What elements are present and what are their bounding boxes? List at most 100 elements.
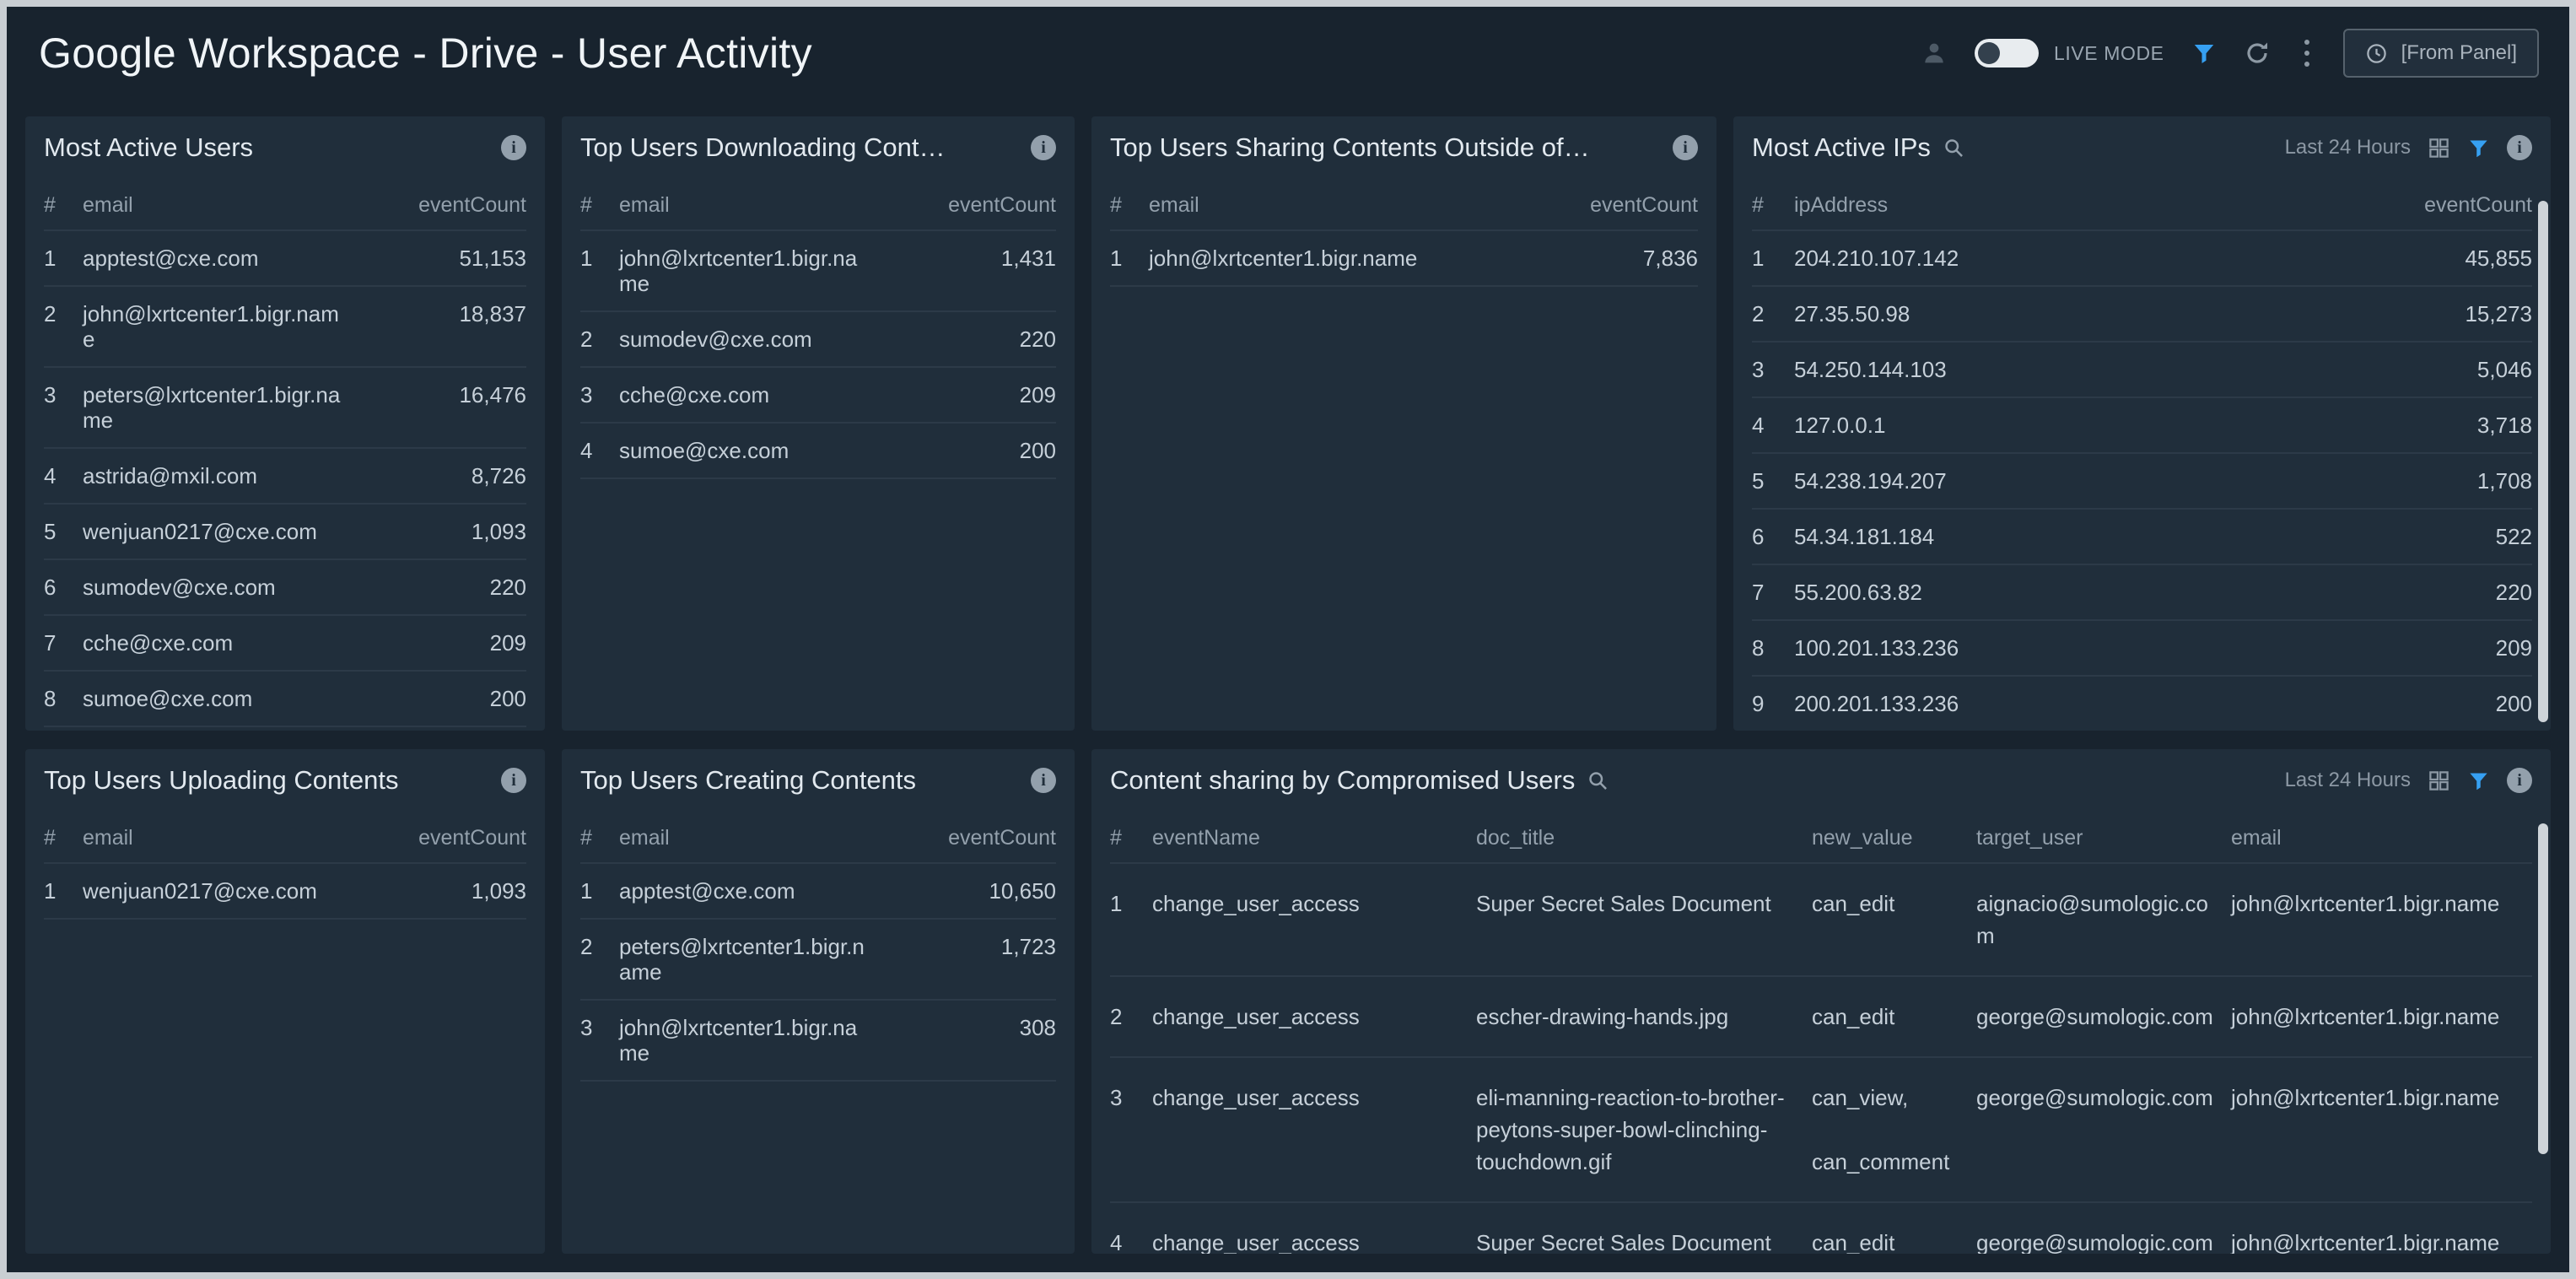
live-mode-toggle[interactable] [1975,39,2039,67]
table-cell: john@lxrtcenter1.bigr.name [2231,1001,2532,1033]
user-icon[interactable] [1921,40,1948,67]
table-cell: can_edit [1812,1001,1976,1033]
table-cell: change_user_access [1152,1001,1476,1033]
panel-header: Top Users Downloading Cont… [580,116,1056,179]
table-cell: john@lxrtcenter1.bigr.name [2231,1082,2532,1114]
table-row[interactable]: 1john@lxrtcenter1.bigr.name1,431 [580,231,1056,312]
table-cell: change_user_access [1152,888,1476,920]
magnifier-icon[interactable] [1587,769,1609,792]
table-row[interactable]: 3cche@cxe.com209 [580,368,1056,424]
table-row[interactable]: 5wenjuan0217@cxe.com1,093 [44,505,526,560]
panel-filter-icon[interactable] [2467,769,2490,792]
table-row[interactable]: 1change_user_accessSuper Secret Sales Do… [1110,864,2532,977]
table-row[interactable]: 654.34.181.184522 [1752,510,2532,565]
table-header-row: #emaileventCount [1110,179,1698,231]
table-row[interactable]: 2sumodev@cxe.com220 [580,312,1056,368]
table-row[interactable]: 3john@lxrtcenter1.bigr.name308 [580,1001,1056,1082]
scrollbar-thumb[interactable] [2538,823,2548,1154]
table-cell: 7 [1752,580,1794,605]
panel-top-users-sharing-outside: Top Users Sharing Contents Outside of… #… [1091,116,1716,731]
filter-icon[interactable] [2191,40,2217,66]
info-icon[interactable] [1673,135,1698,160]
table-cell: 54.250.144.103 [1794,357,2347,382]
panel-time-range[interactable]: Last 24 Hours [2285,136,2411,159]
table-cell: 1 [580,878,619,904]
panel-top-users-downloading: Top Users Downloading Cont… #emaileventC… [562,116,1075,731]
table-row[interactable]: 1apptest@cxe.com10,650 [580,864,1056,920]
dashboard-frame: Google Workspace - Drive - User Activity… [0,0,2576,1279]
info-icon[interactable] [501,768,526,793]
table-header-row: #ipAddresseventCount [1752,179,2532,231]
table-cell: john@lxrtcenter1.bigr.name [2231,888,2532,920]
table-row[interactable]: 554.238.194.2071,708 [1752,454,2532,510]
table-row[interactable]: 4127.0.0.13,718 [1752,398,2532,454]
panel-filter-icon[interactable] [2467,137,2490,159]
table-row[interactable]: 6sumodev@cxe.com220 [44,560,526,616]
table-row[interactable]: 1john@lxrtcenter1.bigr.name7,836 [1110,231,1698,287]
table-cell: 3 [580,382,619,407]
table-cell: 1 [1752,246,1794,271]
table-row[interactable]: 1apptest@cxe.com51,153 [44,231,526,287]
table-row[interactable]: 8100.201.133.236209 [1752,621,2532,677]
top-bar: Google Workspace - Drive - User Activity… [7,7,2569,100]
most-active-users-table: #emaileventCount1apptest@cxe.com51,1532j… [44,179,526,727]
info-icon[interactable] [1031,768,1056,793]
grid-icon[interactable] [2428,137,2450,159]
table-row[interactable]: 4sumoe@cxe.com200 [580,424,1056,479]
table-row[interactable]: 755.200.63.82220 [1752,565,2532,621]
table-cell: 54.34.181.184 [1794,524,2347,549]
table-cell: 4 [1752,413,1794,438]
column-header: eventCount [1529,192,1698,218]
table-row[interactable]: 2john@lxrtcenter1.bigr.name18,837 [44,287,526,368]
table-cell: 6 [1752,524,1794,549]
table-row[interactable]: 8sumoe@cxe.com200 [44,672,526,727]
column-header: eventCount [358,825,526,850]
table-cell: apptest@cxe.com [619,878,887,904]
table-cell: 220 [887,326,1056,352]
table-cell: john@lxrtcenter1.bigr.name [2231,1227,2532,1254]
table-row[interactable]: 2change_user_accessescher-drawing-hands.… [1110,977,2532,1058]
table-cell: cche@cxe.com [619,382,887,407]
table-cell: 1 [44,246,83,271]
kebab-menu-icon[interactable] [2298,36,2316,70]
info-icon[interactable] [501,135,526,160]
table-row[interactable]: 7cche@cxe.com209 [44,616,526,672]
table-cell: change_user_access [1152,1227,1476,1254]
table-cell: 3 [1752,357,1794,382]
table-row[interactable]: 4astrida@mxil.com8,726 [44,449,526,505]
info-icon[interactable] [2507,768,2532,793]
grid-icon[interactable] [2428,769,2450,792]
table-cell: 2 [580,934,619,959]
column-header: ipAddress [1794,192,2347,218]
column-header: eventCount [2347,192,2532,218]
table-row[interactable]: 354.250.144.1035,046 [1752,343,2532,398]
table-row[interactable]: 2peters@lxrtcenter1.bigr.name1,723 [580,920,1056,1001]
table-row[interactable]: 1204.210.107.14245,855 [1752,231,2532,287]
table-row[interactable]: 4change_user_accessSuper Secret Sales Do… [1110,1203,2532,1254]
magnifier-icon[interactable] [1943,137,1965,159]
table-cell: sumoe@cxe.com [83,686,358,711]
info-icon[interactable] [2507,135,2532,160]
table-cell: 5 [1752,468,1794,494]
table-row[interactable]: 3peters@lxrtcenter1.bigr.name16,476 [44,368,526,449]
table-cell: 55.200.63.82 [1794,580,2347,605]
panel-time-range[interactable]: Last 24 Hours [2285,769,2411,792]
table-row[interactable]: 3change_user_accesseli-manning-reaction-… [1110,1058,2532,1203]
refresh-icon[interactable] [2244,40,2271,67]
column-header: # [1110,825,1152,850]
scrollbar-thumb[interactable] [2538,201,2548,722]
table-cell: 200 [887,438,1056,463]
table-row[interactable]: 9200.201.133.236200 [1752,677,2532,731]
table-row[interactable]: 1wenjuan0217@cxe.com1,093 [44,864,526,920]
table-cell: john@lxrtcenter1.bigr.name [619,1015,887,1066]
table-cell: 4 [1110,1227,1152,1254]
time-range-button[interactable]: [From Panel] [2343,29,2539,78]
table-row[interactable]: 227.35.50.9815,273 [1752,287,2532,343]
table-cell: 8 [1752,635,1794,661]
table-cell: can_edit [1812,888,1976,920]
table-cell: cche@cxe.com [83,630,358,656]
top-users-creating-table: #emaileventCount1apptest@cxe.com10,6502p… [580,812,1056,1082]
time-range-label: [From Panel] [2401,41,2517,65]
column-header: # [44,825,83,850]
info-icon[interactable] [1031,135,1056,160]
